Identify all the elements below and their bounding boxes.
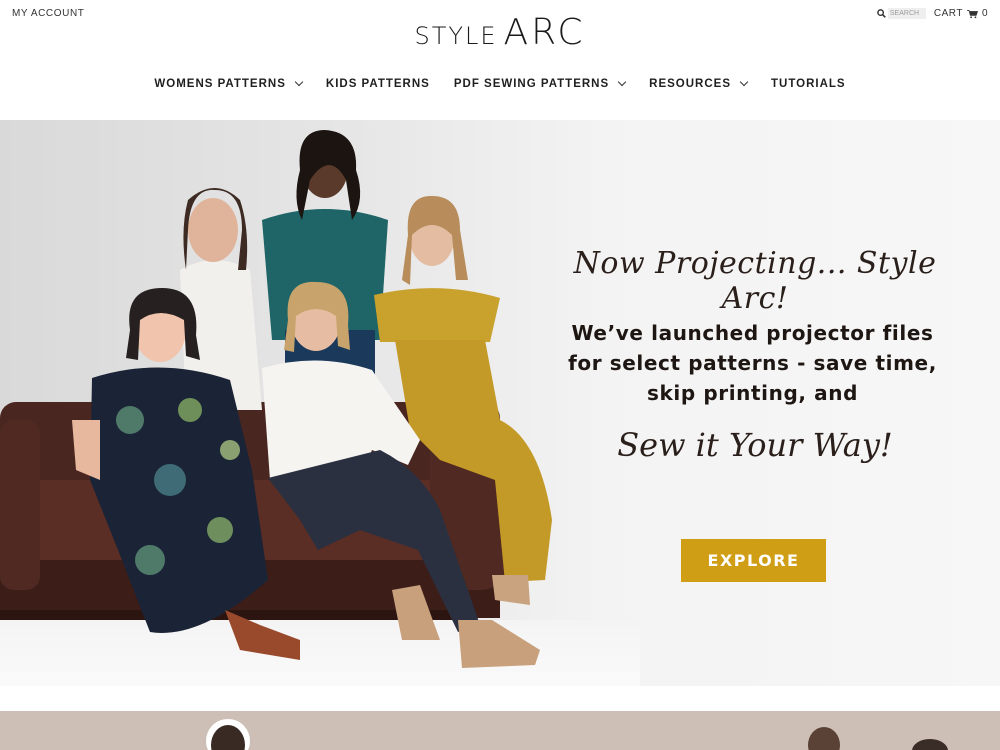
model-teal-top (262, 130, 388, 400)
nav-item-tutorials[interactable]: TUTORIALS (759, 78, 858, 90)
next-section-band (0, 711, 1000, 750)
nav-label: KIDS PATTERNS (325, 78, 430, 90)
hero-body-line: skip printing, and (647, 381, 858, 405)
nav-label: WOMENS PATTERNS (154, 78, 286, 90)
logo-style-text: STYLE (414, 22, 498, 50)
cart-link[interactable]: CART 0 (934, 8, 988, 19)
nav-item-resources[interactable]: RESOURCES (637, 77, 759, 90)
search-box[interactable] (877, 8, 926, 19)
hero-photo-models (0, 130, 552, 668)
logo-arc-text: ARC (503, 12, 586, 53)
hero-headline: Now Projecting... Style Arc! (573, 246, 937, 316)
nav-label: RESOURCES (649, 78, 732, 90)
hero-body-line: We’ve launched projector files (571, 321, 934, 345)
model-portrait-thumbnails (206, 719, 948, 750)
nav-item-pdf-sewing-patterns[interactable]: PDF SEWING PATTERNS (442, 77, 637, 90)
cart-count: 0 (981, 8, 988, 19)
search-input[interactable] (887, 8, 926, 19)
cart-label: CART (933, 8, 963, 19)
hero-banner: Now Projecting... Style Arc! We’ve launc… (0, 120, 1000, 686)
site-header: MY ACCOUNT STYLEARC CART 0 WOMENS PATTER… (0, 0, 1000, 120)
main-nav: WOMENS PATTERNS KIDS PATTERNS PDF SEWING… (0, 77, 1000, 90)
chevron-down-icon (294, 77, 304, 87)
hero-tagline: Sew it Your Way! (617, 426, 893, 464)
site-logo[interactable]: STYLE ARC (0, 12, 1000, 53)
cart-icon (966, 9, 978, 18)
chevron-down-icon (617, 77, 627, 87)
hero-body-line: for select patterns - save time, (568, 351, 937, 375)
header-utilities: CART 0 (877, 8, 988, 19)
nav-item-kids-patterns[interactable]: KIDS PATTERNS (314, 78, 442, 90)
nav-label: PDF SEWING PATTERNS (453, 78, 610, 90)
chevron-down-icon (739, 77, 749, 87)
search-icon[interactable] (877, 9, 886, 18)
nav-label: TUTORIALS (771, 78, 846, 90)
explore-button[interactable]: EXPLORE (681, 539, 826, 582)
hero-body-copy: We’ve launched projector files for selec… (560, 318, 945, 408)
nav-item-womens-patterns[interactable]: WOMENS PATTERNS (142, 77, 314, 90)
